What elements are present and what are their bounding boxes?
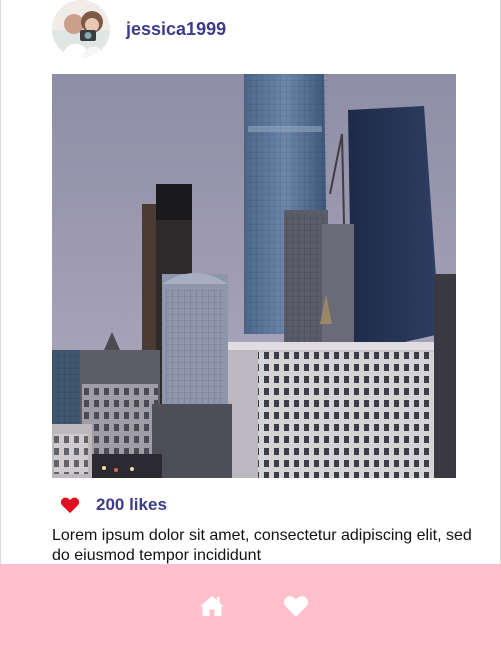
avatar[interactable] <box>52 0 110 58</box>
home-icon[interactable] <box>199 594 225 618</box>
post-header: jessica1999 <box>52 0 226 58</box>
likes-count: 200 likes <box>96 495 167 514</box>
username[interactable]: jessica1999 <box>126 19 226 40</box>
avatar-image <box>52 0 110 58</box>
likes-row: 200 likes <box>60 492 167 518</box>
heart-icon[interactable] <box>60 496 80 514</box>
post-image <box>52 74 456 478</box>
post-caption: Lorem ipsum dolor sit amet, consectetur … <box>52 527 472 564</box>
bottom-nav <box>0 564 501 649</box>
nav-heart-icon[interactable] <box>283 594 309 618</box>
